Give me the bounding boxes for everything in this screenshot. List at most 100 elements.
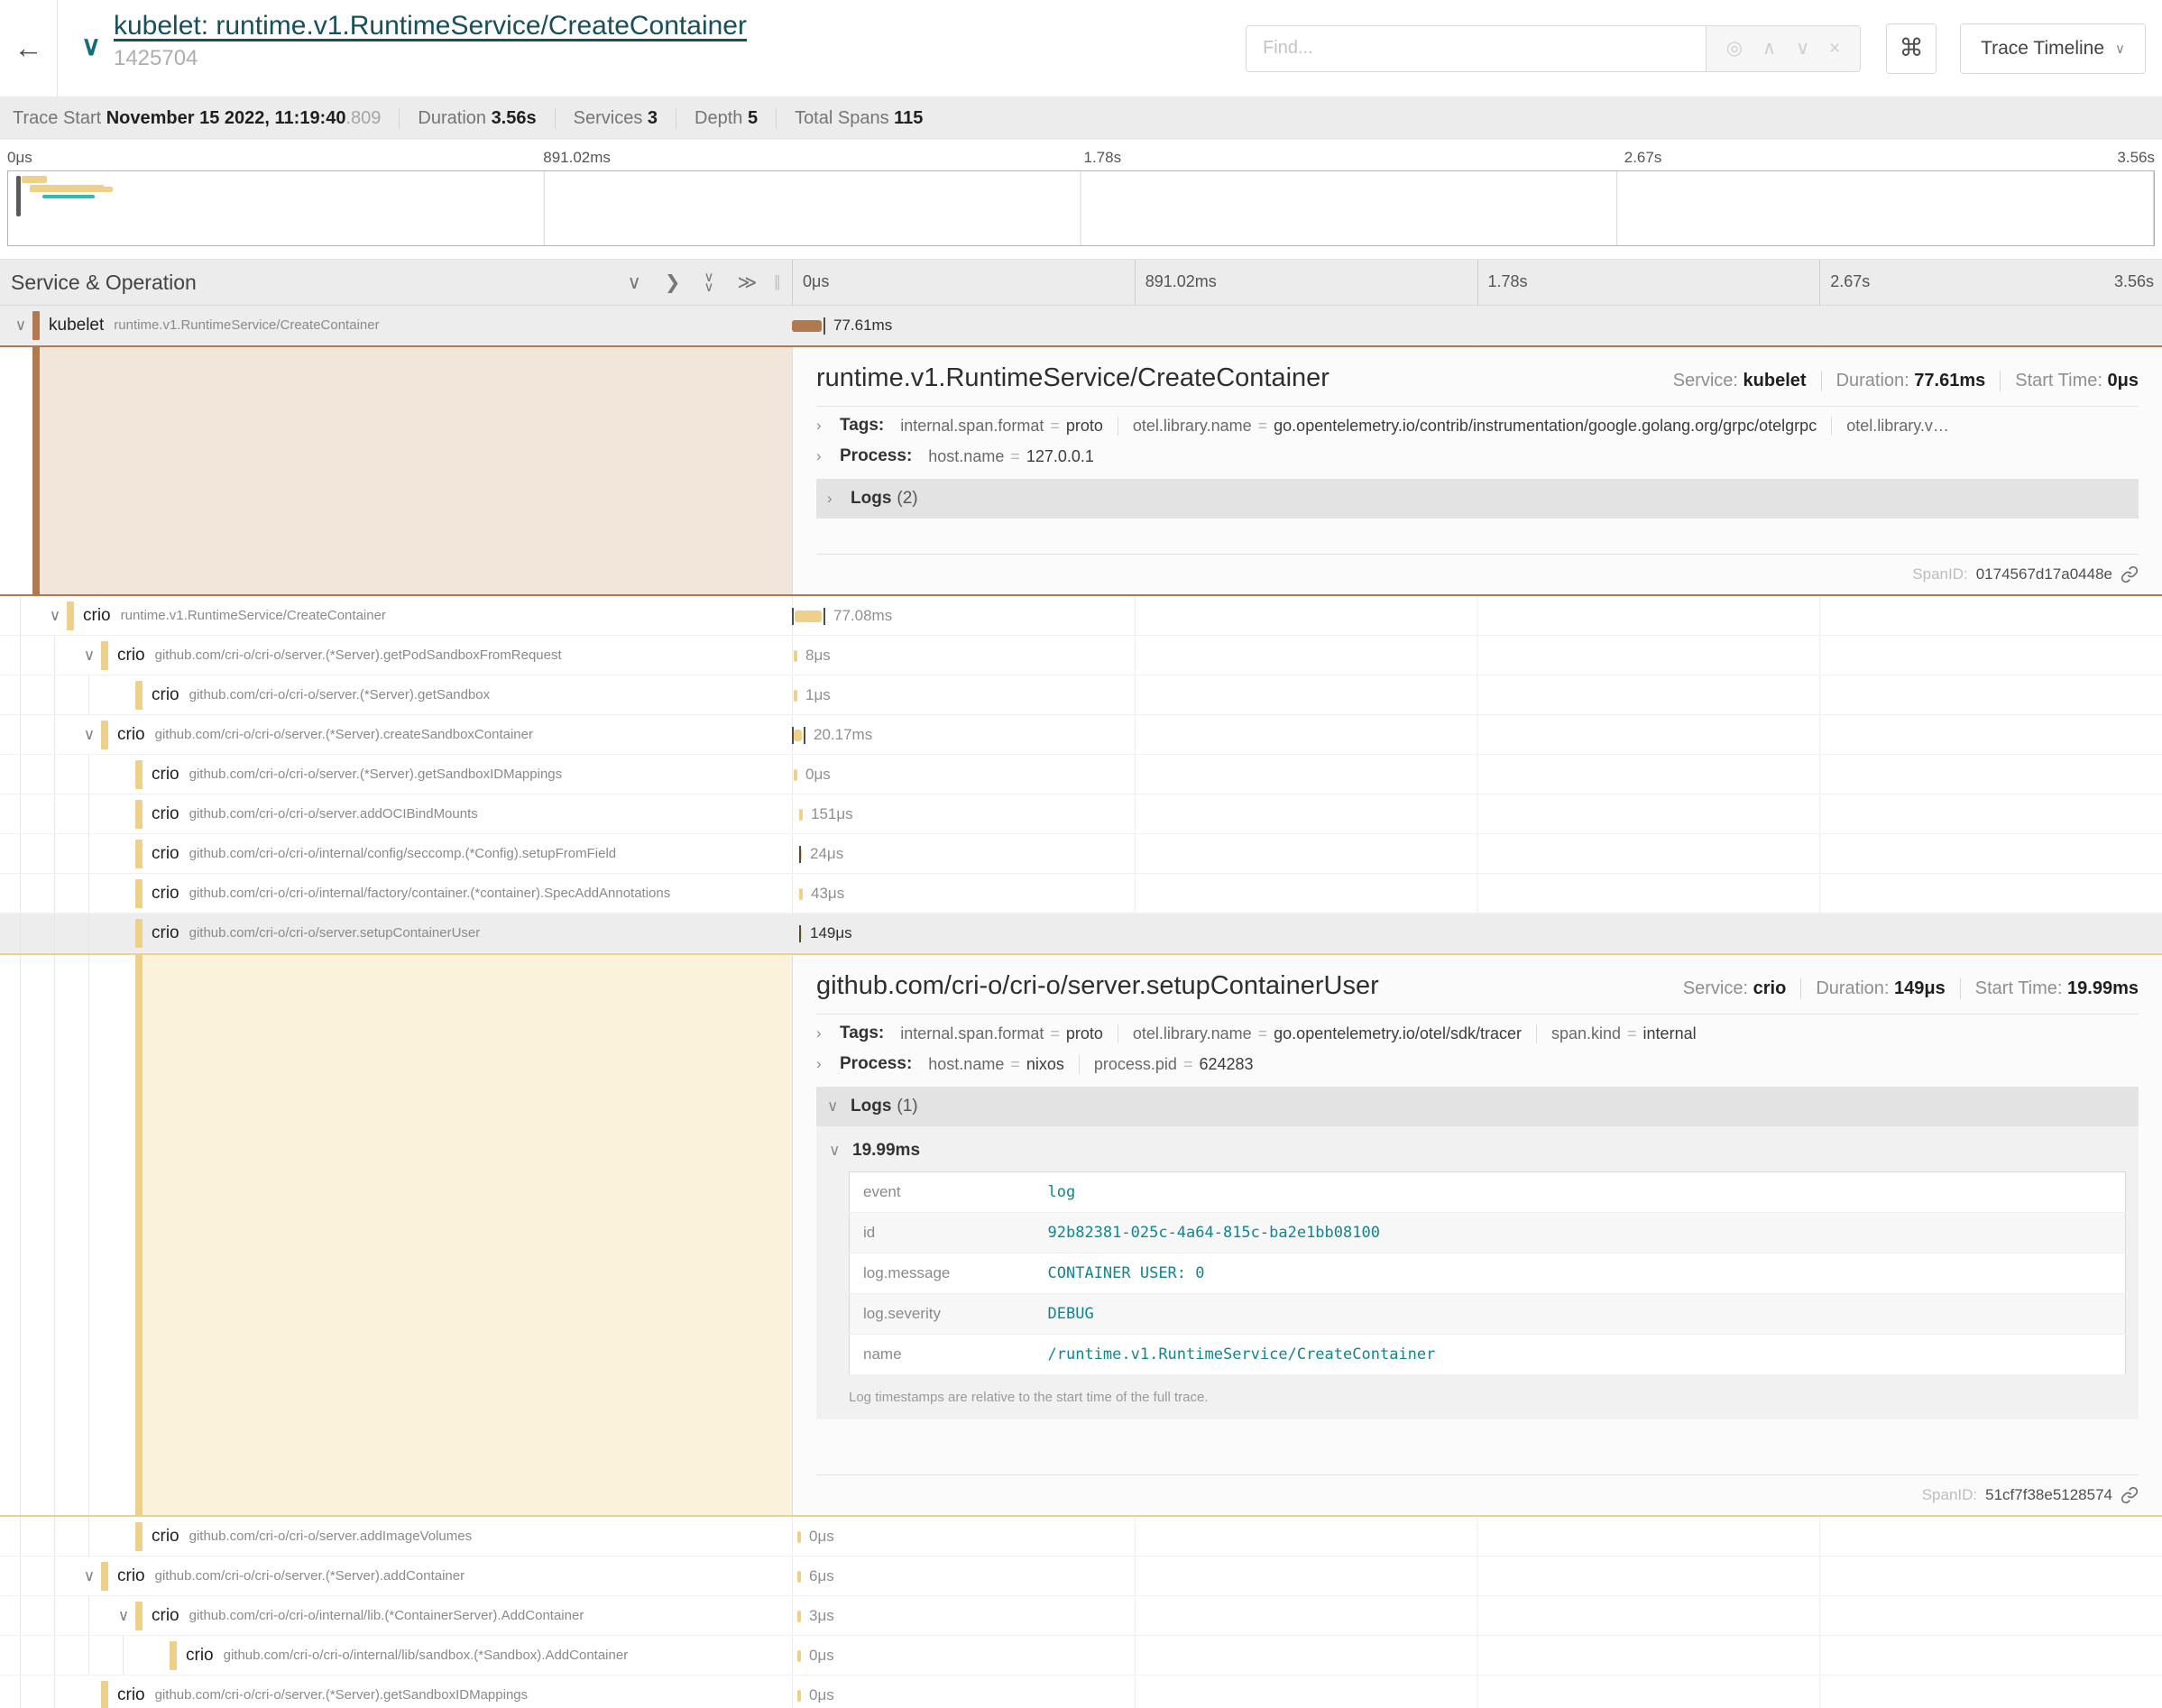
span-expand-chevron-icon[interactable]: ∨ [78, 1567, 101, 1585]
span-name-cell[interactable]: crio github.com/cri-o/cri-o/server.setup… [0, 914, 792, 952]
span-bar[interactable] [797, 1690, 801, 1702]
indent-guide [54, 1596, 55, 1635]
span-row[interactable]: ∨ kubelet runtime.v1.RuntimeService/Crea… [0, 306, 2162, 345]
span-row[interactable]: crio github.com/cri-o/cri-o/internal/con… [0, 834, 2162, 874]
expand-all-icon[interactable]: ∨∨ [704, 272, 714, 292]
span-timeline-cell[interactable]: 0μs [792, 1636, 2162, 1675]
span-bar[interactable] [792, 320, 822, 332]
span-bar[interactable] [799, 888, 803, 900]
span-rows: ∨ kubelet runtime.v1.RuntimeService/Crea… [0, 306, 2162, 1708]
collapse-one-level-icon[interactable]: ❯ [665, 271, 681, 294]
span-expand-chevron-icon[interactable]: ∨ [9, 317, 32, 335]
span-name-cell[interactable]: crio github.com/cri-o/cri-o/internal/con… [0, 834, 792, 873]
span-name-cell[interactable]: crio github.com/cri-o/cri-o/server.addOC… [0, 794, 792, 833]
view-type-dropdown[interactable]: Trace Timeline ∨ [1960, 23, 2146, 74]
span-name-cell[interactable]: ∨ crio runtime.v1.RuntimeService/CreateC… [0, 596, 792, 635]
collapse-all-icon[interactable]: ≫ [738, 271, 758, 294]
service-color-bar [135, 879, 143, 908]
span-row[interactable]: ∨ crio github.com/cri-o/cri-o/internal/l… [0, 1596, 2162, 1636]
find-next-icon[interactable]: ∨ [1796, 37, 1809, 60]
span-bar[interactable] [797, 1531, 801, 1543]
span-expand-chevron-icon[interactable]: ∨ [78, 647, 101, 665]
find-clear-icon[interactable]: × [1829, 38, 1840, 60]
span-name-cell[interactable]: crio github.com/cri-o/cri-o/internal/lib… [0, 1636, 792, 1675]
detail-span-title: runtime.v1.RuntimeService/CreateContaine… [816, 363, 1329, 393]
trace-title-link[interactable]: kubelet: runtime.v1.RuntimeService/Creat… [114, 11, 747, 41]
span-name-cell[interactable]: ∨ crio github.com/cri-o/cri-o/internal/l… [0, 1596, 792, 1635]
detail-duration: 149μs [1894, 978, 1946, 998]
indent-guide [88, 955, 89, 1515]
span-name-cell[interactable]: crio github.com/cri-o/cri-o/server.(*Ser… [0, 755, 792, 794]
span-timeline-cell[interactable]: 24μs [792, 834, 2162, 873]
span-bar[interactable] [794, 769, 797, 781]
span-timeline-cell[interactable]: 77.08ms [792, 596, 2162, 635]
logs-section-header[interactable]: › Logs (2) [816, 479, 2139, 519]
span-expand-chevron-icon[interactable]: ∨ [112, 1607, 135, 1625]
deep-link-icon[interactable] [2121, 1486, 2139, 1504]
span-bar[interactable] [794, 730, 802, 741]
span-row[interactable]: crio github.com/cri-o/cri-o/server.(*Ser… [0, 755, 2162, 794]
span-row[interactable]: crio github.com/cri-o/cri-o/internal/fac… [0, 874, 2162, 914]
span-name-cell[interactable]: crio github.com/cri-o/cri-o/server.addIm… [0, 1517, 792, 1556]
span-row[interactable]: crio github.com/cri-o/cri-o/server.(*Ser… [0, 1676, 2162, 1708]
span-name-cell[interactable]: ∨ crio github.com/cri-o/cri-o/server.(*S… [0, 715, 792, 754]
span-timeline-cell[interactable]: 151μs [792, 794, 2162, 833]
span-row[interactable]: crio github.com/cri-o/cri-o/server.addOC… [0, 794, 2162, 834]
span-timeline-cell[interactable]: 0μs [792, 755, 2162, 794]
span-duration: 151μs [811, 794, 853, 834]
span-row[interactable]: ∨ crio github.com/cri-o/cri-o/server.(*S… [0, 636, 2162, 675]
process-row[interactable]: › Process: host.name=nixosprocess.pid=62… [816, 1045, 2139, 1076]
span-timeline-cell[interactable]: 6μs [792, 1556, 2162, 1595]
span-timeline-cell[interactable]: 3μs [792, 1596, 2162, 1635]
span-row[interactable]: crio github.com/cri-o/cri-o/internal/lib… [0, 1636, 2162, 1676]
span-timeline-cell[interactable]: 1μs [792, 675, 2162, 714]
deep-link-icon[interactable] [2121, 565, 2139, 583]
span-bar[interactable] [797, 1611, 801, 1622]
span-timeline-cell[interactable]: 8μs [792, 636, 2162, 675]
service-name: crio [117, 646, 145, 666]
span-row[interactable]: crio github.com/cri-o/cri-o/server.addIm… [0, 1517, 2162, 1556]
span-bar[interactable] [799, 809, 803, 821]
log-entry-header[interactable]: ∨ 19.99ms [829, 1128, 2126, 1171]
process-row[interactable]: › Process: host.name=127.0.0.1 [816, 437, 2139, 468]
span-row[interactable]: crio github.com/cri-o/cri-o/server.(*Ser… [0, 675, 2162, 715]
span-expand-chevron-icon[interactable]: ∨ [43, 607, 67, 625]
log-field-row: log.severityDEBUG [850, 1294, 2126, 1335]
span-timeline-cell[interactable]: 149μs [792, 914, 2162, 952]
span-row[interactable]: crio github.com/cri-o/cri-o/server.setup… [0, 914, 2162, 953]
logs-section-header[interactable]: ∨ Logs (1) [816, 1087, 2139, 1126]
span-bar[interactable] [795, 611, 822, 622]
span-name-cell[interactable]: crio github.com/cri-o/cri-o/server.(*Ser… [0, 1676, 792, 1708]
expand-one-level-icon[interactable]: ∨ [628, 271, 641, 294]
find-prev-icon[interactable]: ∧ [1762, 37, 1776, 60]
locate-icon[interactable]: ◎ [1726, 37, 1743, 60]
collapse-trace-chevron-icon[interactable]: ∨ [81, 31, 101, 62]
span-name-cell[interactable]: ∨ crio github.com/cri-o/cri-o/server.(*S… [0, 636, 792, 675]
keyboard-shortcuts-button[interactable]: ⌘ [1886, 23, 1937, 74]
service-operation-title: Service & Operation [11, 271, 197, 295]
span-timeline-cell[interactable]: 77.61ms [792, 306, 2162, 344]
span-name-cell[interactable]: crio github.com/cri-o/cri-o/internal/fac… [0, 874, 792, 913]
span-bar[interactable] [797, 1571, 801, 1583]
span-bar[interactable] [794, 650, 797, 662]
span-name-cell[interactable]: ∨ kubelet runtime.v1.RuntimeService/Crea… [0, 306, 792, 344]
back-button[interactable]: ← [0, 0, 58, 96]
span-row[interactable]: ∨ crio github.com/cri-o/cri-o/server.(*S… [0, 715, 2162, 755]
span-expand-chevron-icon[interactable]: ∨ [78, 726, 101, 744]
span-bar[interactable] [797, 1650, 801, 1662]
span-row[interactable]: ∨ crio runtime.v1.RuntimeService/CreateC… [0, 596, 2162, 636]
span-row[interactable]: ∨ crio github.com/cri-o/cri-o/server.(*S… [0, 1556, 2162, 1596]
span-timeline-cell[interactable]: 0μs [792, 1517, 2162, 1556]
find-input[interactable] [1246, 25, 1706, 72]
span-timeline-cell[interactable]: 20.17ms [792, 715, 2162, 754]
span-name-cell[interactable]: crio github.com/cri-o/cri-o/server.(*Ser… [0, 675, 792, 714]
minimap-canvas[interactable] [7, 170, 2155, 246]
column-resizer-grip[interactable]: ∥ [774, 273, 782, 291]
span-bar[interactable] [794, 690, 797, 702]
find-toolbar: ◎ ∧ ∨ × ⌘ Trace Timeline ∨ [1246, 0, 2162, 96]
span-name-cell[interactable]: ∨ crio github.com/cri-o/cri-o/server.(*S… [0, 1556, 792, 1595]
tags-row[interactable]: › Tags: internal.span.format=protootel.l… [816, 407, 2139, 437]
span-timeline-cell[interactable]: 0μs [792, 1676, 2162, 1708]
span-timeline-cell[interactable]: 43μs [792, 874, 2162, 913]
tags-row[interactable]: › Tags: internal.span.format=protootel.l… [816, 1015, 2139, 1045]
